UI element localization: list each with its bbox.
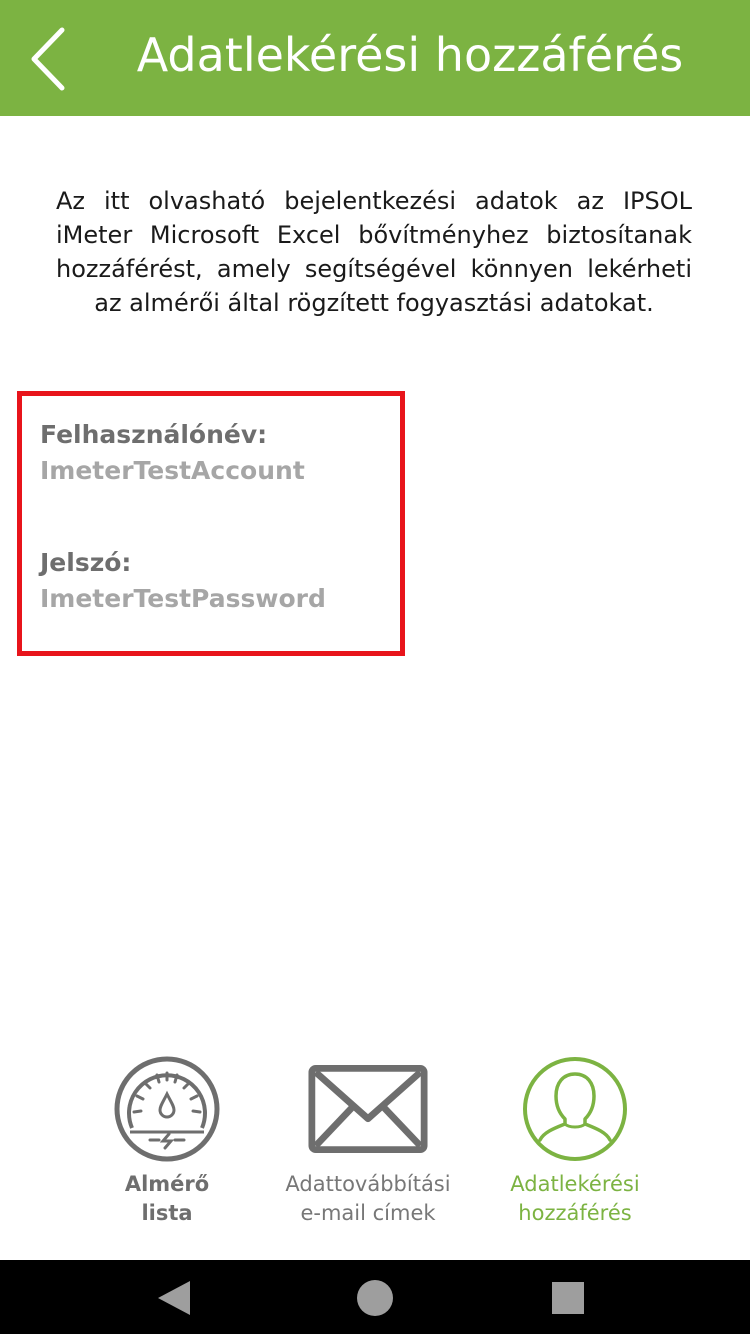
- nav-label-email-addresses: Adattovábbítási e-mail címek: [285, 1172, 451, 1225]
- password-label: Jelszó:: [40, 548, 132, 577]
- back-button[interactable]: [18, 24, 78, 94]
- back-triangle-icon: [158, 1281, 190, 1315]
- system-back-button[interactable]: [154, 1278, 194, 1318]
- envelope-icon: [308, 1054, 428, 1164]
- nav-label-meter-list: Almérő lista: [124, 1172, 210, 1225]
- nav-item-data-access[interactable]: Adatlekérési hozzáférés: [470, 1054, 680, 1228]
- home-circle-icon: [357, 1280, 393, 1316]
- credentials-box: Felhasználónév: ImeterTestAccount Jelszó…: [17, 391, 405, 656]
- app-header: Adatlekérési hozzáférés: [0, 0, 750, 116]
- username-value[interactable]: ImeterTestAccount: [40, 454, 400, 488]
- system-home-button[interactable]: [355, 1278, 395, 1318]
- nav-item-email-addresses[interactable]: Adattovábbítási e-mail címek: [263, 1054, 473, 1228]
- chevron-left-icon: [31, 27, 65, 91]
- gauge-meter-icon: [107, 1054, 227, 1164]
- recents-square-icon: [552, 1282, 584, 1314]
- page: Adatlekérési hozzáférés Az itt olvasható…: [0, 0, 750, 1334]
- nav-item-meter-list[interactable]: Almérő lista: [62, 1054, 272, 1228]
- access-description: Az itt olvasható bejelentkezési adatok a…: [56, 187, 692, 317]
- page-title: Adatlekérési hozzáférés: [136, 28, 684, 82]
- system-navigation-bar: [0, 1260, 750, 1334]
- user-profile-icon: [515, 1054, 635, 1164]
- password-value[interactable]: ImeterTestPassword: [40, 582, 400, 616]
- username-label: Felhasználónév:: [40, 420, 268, 449]
- nav-label-data-access: Adatlekérési hozzáférés: [510, 1172, 640, 1225]
- system-recents-button[interactable]: [548, 1278, 588, 1318]
